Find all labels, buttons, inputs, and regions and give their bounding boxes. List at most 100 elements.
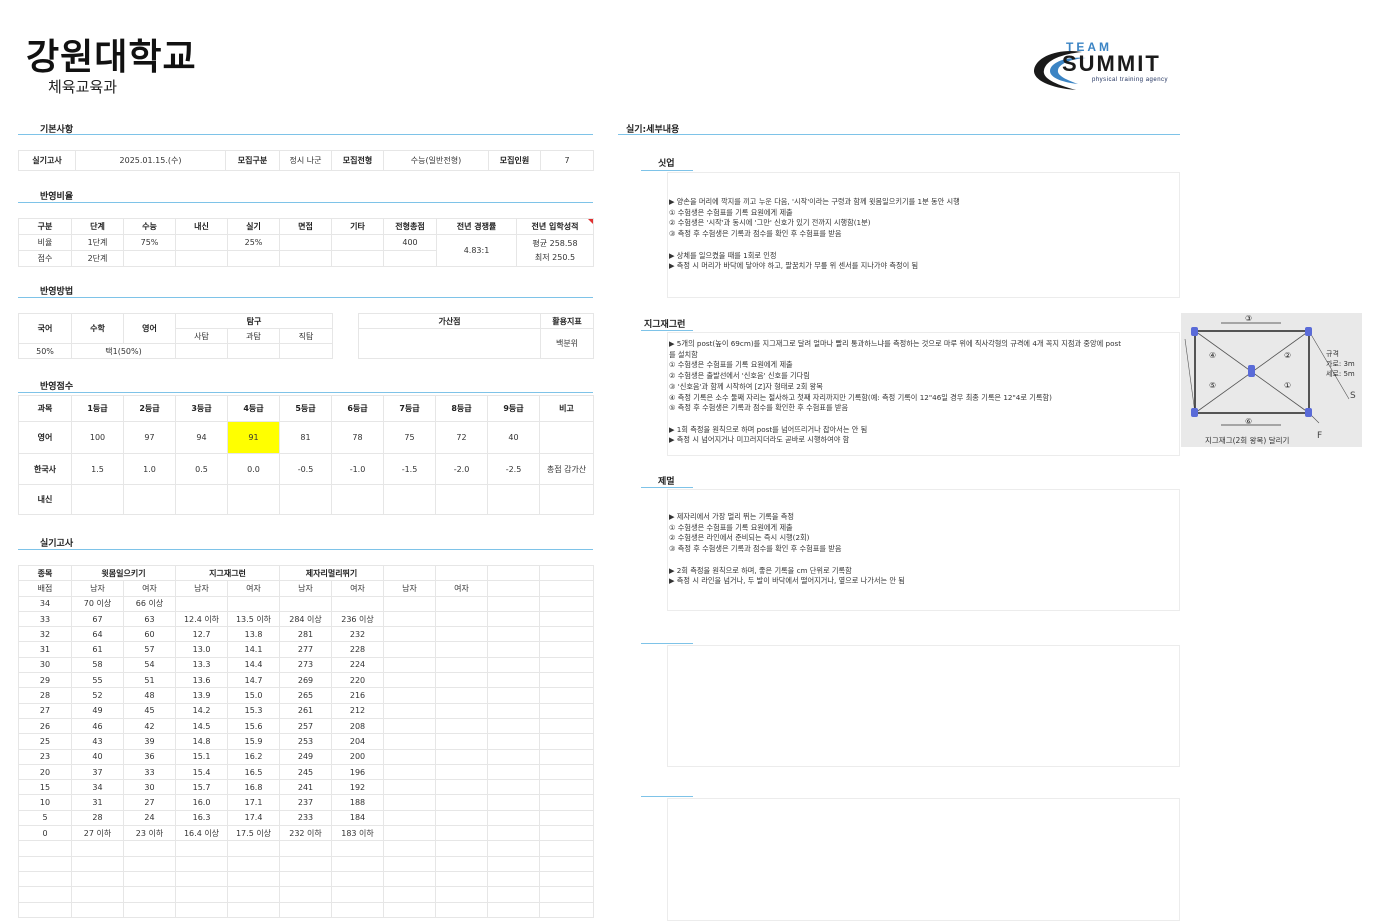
- table-cell: [487, 809, 541, 827]
- table-cell: [383, 687, 437, 704]
- step-label: ③: [1245, 314, 1253, 323]
- table-cell: 253: [279, 733, 333, 750]
- table-cell: [331, 595, 385, 612]
- table-cell: [331, 886, 385, 903]
- table-cell: [435, 733, 489, 750]
- table-cell: [487, 595, 541, 612]
- step-label: ②: [1284, 351, 1292, 360]
- table-cell: [383, 840, 437, 857]
- table-cell: [487, 733, 541, 750]
- table-cell: [487, 870, 541, 888]
- table-row: 0 27 이하 23 이하 16.4 이상 17.5 이상 232 이하 183 이하: [18, 825, 595, 842]
- table-row: 32 64 60 12.7 13.8 281 232: [18, 626, 595, 643]
- method-society: 사탐: [175, 328, 228, 344]
- table-cell: 14.1: [227, 641, 281, 658]
- grade-header: 9등급: [487, 395, 540, 422]
- table-cell: 13.5 이하: [227, 610, 281, 628]
- table-cell: [435, 840, 489, 857]
- practical-subheader: 남자: [279, 580, 333, 597]
- table-cell: [487, 763, 541, 781]
- table-row: 20 37 33 15.4 16.5 245 196: [18, 763, 595, 781]
- table-cell: [539, 595, 595, 612]
- section-method-line: [18, 297, 593, 298]
- ratio-table: 구분 단계 수능 내신 실기 면접 기타 전형총점 전년 경쟁률 전년 입학성적…: [18, 218, 594, 267]
- table-cell: 16.5: [227, 763, 281, 781]
- comment-marker-icon: [588, 219, 593, 224]
- grade-cell: -1.5: [383, 453, 436, 485]
- table-cell: 237: [279, 794, 333, 811]
- table-cell: [487, 702, 541, 719]
- practical-subheader: 여자: [227, 580, 281, 597]
- grade-cell: [175, 484, 228, 515]
- ratio-cell: 2단계: [71, 250, 124, 267]
- table-cell: [383, 901, 437, 918]
- grade-header: 2등급: [123, 395, 176, 422]
- table-cell: [487, 794, 541, 811]
- table-cell: [435, 626, 489, 643]
- grade-cell: 75: [383, 421, 436, 454]
- table-cell: [71, 870, 124, 888]
- table-cell: 23: [18, 748, 72, 765]
- table-cell: [539, 748, 595, 765]
- ratio-cell: [279, 250, 332, 267]
- table-cell: [383, 870, 437, 888]
- method-bonus-value: [358, 328, 541, 359]
- table-cell: [487, 840, 541, 857]
- table-cell: [227, 840, 281, 857]
- table-cell: [539, 717, 595, 735]
- grade-header: 5등급: [279, 395, 332, 422]
- table-cell: [383, 809, 437, 827]
- table-cell: [435, 687, 489, 704]
- jump-line: [641, 487, 693, 488]
- grade-cell: [279, 484, 332, 515]
- table-cell: 42: [122, 717, 177, 735]
- table-cell: [227, 855, 281, 872]
- method-choice-value: 택1(50%): [71, 343, 176, 359]
- method-korean: 국어: [18, 313, 72, 344]
- table-cell: 67: [71, 610, 124, 628]
- table-cell: [435, 870, 489, 888]
- table-cell: 28: [71, 809, 124, 827]
- step-label: ④: [1209, 351, 1217, 360]
- method-subject-table: 국어 수학 영어 탐구 사탐 과탐 직탐 50% 택1(50%): [18, 313, 334, 359]
- table-cell: 265: [279, 687, 333, 704]
- table-cell: 51: [122, 672, 177, 689]
- table-cell: [383, 748, 437, 765]
- table-row: 15 34 30 15.7 16.8 241 192: [18, 779, 595, 796]
- table-cell: 188: [331, 794, 385, 811]
- table-cell: 49: [71, 702, 124, 719]
- table-cell: [487, 656, 541, 674]
- table-cell: 36: [122, 748, 177, 765]
- table-cell: 52: [71, 687, 124, 704]
- table-cell: [122, 886, 177, 903]
- table-cell: [383, 672, 437, 689]
- grade-header: 4등급: [227, 395, 280, 422]
- logo-tagline: physical training agency: [1092, 77, 1169, 83]
- ratio-cell: 75%: [123, 234, 176, 251]
- table-cell: [487, 886, 541, 903]
- table-cell: [279, 855, 333, 872]
- grade-cell: [331, 484, 384, 515]
- grade-header: 8등급: [435, 395, 488, 422]
- table-cell: 216: [331, 687, 385, 704]
- table-cell: [279, 840, 333, 857]
- zigzag-text: ▶ 5개의 post(높이 69cm)를 지그재그로 달려 얼마나 빨리 통과하…: [669, 339, 1122, 445]
- grade-cell: 총점 감가산: [539, 453, 594, 485]
- table-cell: [539, 855, 595, 872]
- table-cell: [383, 656, 437, 674]
- table-cell: 204: [331, 733, 385, 750]
- table-cell: [539, 901, 595, 918]
- table-cell: 228: [331, 641, 385, 658]
- table-cell: [487, 626, 541, 643]
- table-cell: 16.2: [227, 748, 281, 765]
- table-cell: 30: [122, 779, 177, 796]
- table-row: 29 55 51 13.6 14.7 269 220: [18, 672, 595, 689]
- table-cell: [18, 855, 72, 872]
- table-cell: [122, 840, 177, 857]
- grade-cell: 1.5: [71, 453, 124, 485]
- table-cell: 17.5 이상: [227, 825, 281, 842]
- table-cell: [383, 855, 437, 872]
- table-cell: 284 이상: [279, 610, 333, 628]
- table-cell: 14.8: [175, 733, 229, 750]
- ratio-header-text: 전년 입학성적: [531, 222, 579, 231]
